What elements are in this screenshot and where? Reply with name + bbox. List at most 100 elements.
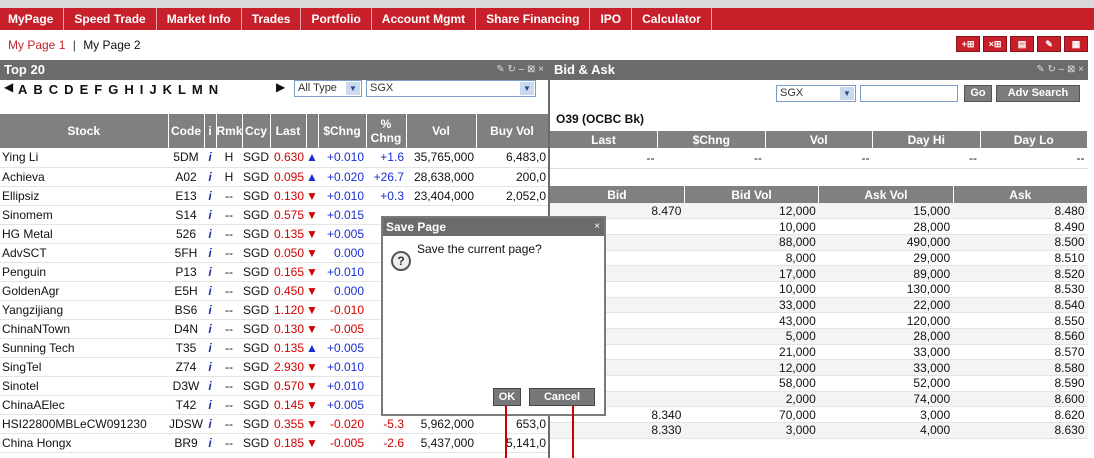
change-value: -0.020	[318, 414, 366, 434]
rmk: --	[216, 262, 242, 282]
stats-table: Last $Chng Vol Day Hi Day Lo -- -- -- --…	[550, 131, 1088, 169]
table-row[interactable]: 2,000 74,000 8.600	[550, 391, 1088, 408]
letter-b[interactable]: B	[33, 82, 42, 97]
info-icon[interactable]: i	[204, 376, 216, 396]
col-vol[interactable]: Vol	[406, 114, 477, 148]
save-page-icon[interactable]: ▤	[1010, 36, 1034, 52]
table-row[interactable]: Ellipsiz E13 i -- SGD 0.130 ▼ +0.010 +0.3 23,404,…	[0, 186, 548, 206]
letter-g[interactable]: G	[108, 82, 118, 97]
change-value: 0.000	[318, 281, 366, 301]
table-row[interactable]: China Hongx BR9 i -- SGD 0.185 ▼ -0.005 -2.6 5,43…	[0, 433, 548, 453]
col-stock[interactable]: Stock	[0, 114, 169, 148]
info-icon[interactable]: i	[204, 319, 216, 339]
scroll-left-icon[interactable]: ◀	[4, 80, 13, 94]
info-icon[interactable]: i	[204, 395, 216, 415]
info-icon[interactable]: i	[204, 148, 216, 168]
col-buy-vol[interactable]: Buy Vol	[476, 114, 549, 148]
panel-window-controls-icon[interactable]: ✎ ↻ – ⊠ ×	[496, 60, 544, 80]
bidask-exchange-select[interactable]: SGX ▼	[776, 85, 856, 102]
table-row[interactable]: 12,000 33,000 8.580	[550, 359, 1088, 377]
letter-j[interactable]: J	[149, 82, 156, 97]
delete-page-icon[interactable]: ×⊞	[983, 36, 1007, 52]
last-price: 2.930	[270, 357, 306, 377]
ok-button[interactable]: OK	[493, 388, 521, 406]
table-row[interactable]: 10,000 130,000 8.530	[550, 281, 1088, 298]
table-row[interactable]: 43,000 120,000 8.550	[550, 312, 1088, 329]
nav-item-mypage[interactable]: MyPage	[0, 8, 65, 30]
table-row[interactable]: 5,000 28,000 8.560	[550, 328, 1088, 345]
letter-d[interactable]: D	[64, 82, 73, 97]
info-icon[interactable]: i	[204, 243, 216, 263]
col-last[interactable]: Last	[270, 114, 307, 148]
info-icon[interactable]: i	[204, 281, 216, 301]
nav-item-portfolio[interactable]: Portfolio	[301, 8, 372, 30]
close-icon[interactable]: ×	[594, 218, 600, 236]
table-row[interactable]: Ying Li 5DM i H SGD 0.630 ▲ +0.010 +1.6 35,765,00…	[0, 148, 548, 168]
ccy: SGD	[242, 281, 270, 301]
stock-name: GoldenAgr	[0, 281, 168, 301]
top-nav: MyPage Speed Trade Market Info Trades Po…	[0, 0, 1094, 30]
stock-name: SingTel	[0, 357, 168, 377]
letter-l[interactable]: L	[178, 82, 186, 97]
layout-page-icon[interactable]: ▦	[1064, 36, 1088, 52]
ask-price: 8.540	[953, 297, 1088, 314]
letter-i[interactable]: I	[140, 82, 144, 97]
exchange-select[interactable]: SGX ▼	[366, 80, 536, 97]
letter-e[interactable]: E	[80, 82, 89, 97]
letter-h[interactable]: H	[124, 82, 133, 97]
change-arrow-icon: ▼	[306, 281, 318, 301]
table-row[interactable]: 8,000 29,000 8.510	[550, 250, 1088, 267]
edit-page-icon[interactable]: ✎	[1037, 36, 1061, 52]
info-icon[interactable]: i	[204, 262, 216, 282]
table-row[interactable]: 21,000 33,000 8.570	[550, 344, 1088, 361]
info-icon[interactable]: i	[204, 186, 216, 206]
letter-k[interactable]: K	[163, 82, 172, 97]
info-icon[interactable]: i	[204, 338, 216, 358]
go-button[interactable]: Go	[964, 85, 992, 102]
col-info[interactable]: i	[204, 114, 217, 148]
info-icon[interactable]: i	[204, 224, 216, 244]
table-row[interactable]: 17,000 89,000 8.520	[550, 265, 1088, 282]
col-chng[interactable]: $Chng	[318, 114, 367, 148]
table-row[interactable]: 88,000 490,000 8.500	[550, 234, 1088, 251]
letter-f[interactable]: F	[94, 82, 102, 97]
nav-item-speed-trade[interactable]: Speed Trade	[64, 8, 157, 30]
scroll-right-icon[interactable]: ▶	[276, 80, 285, 94]
symbol-search-input[interactable]	[860, 85, 958, 102]
nav-item-ipo[interactable]: IPO	[590, 8, 633, 30]
nav-item-share-financing[interactable]: Share Financing	[476, 8, 591, 30]
col-ccy[interactable]: Ccy	[242, 114, 271, 148]
info-icon[interactable]: i	[204, 300, 216, 320]
nav-item-calculator[interactable]: Calculator	[632, 8, 712, 30]
type-select[interactable]: All Type ▼	[294, 80, 362, 97]
letter-n[interactable]: N	[209, 82, 218, 97]
info-icon[interactable]: i	[204, 433, 216, 453]
cancel-button[interactable]: Cancel	[529, 388, 595, 406]
panel-window-controls-icon[interactable]: ✎ ↻ – ⊠ ×	[1036, 60, 1084, 80]
nav-item-trades[interactable]: Trades	[242, 8, 302, 30]
col-rmk[interactable]: Rmk	[216, 114, 243, 148]
col-code[interactable]: Code	[168, 114, 205, 148]
table-row[interactable]: 10,000 28,000 8.490	[550, 218, 1088, 235]
letter-c[interactable]: C	[49, 82, 58, 97]
table-row[interactable]: Achieva A02 i H SGD 0.095 ▲ +0.020 +26.7 28,638,0…	[0, 167, 548, 187]
table-row[interactable]: 33,000 22,000 8.540	[550, 297, 1088, 314]
info-icon[interactable]: i	[204, 205, 216, 225]
tab-my-page-2[interactable]: My Page 2	[83, 38, 140, 52]
table-row[interactable]: 8.470 12,000 15,000 8.480	[550, 203, 1088, 220]
info-icon[interactable]: i	[204, 357, 216, 377]
nav-item-market-info[interactable]: Market Info	[157, 8, 242, 30]
table-row[interactable]: 8.330 3,000 4,000 8.630	[550, 422, 1088, 439]
table-row[interactable]: 58,000 52,000 8.590	[550, 375, 1088, 392]
letter-a[interactable]: A	[18, 82, 27, 97]
table-row[interactable]: HSI22800MBLeCW091230 JDSW i -- SGD 0.355 ▼ -0.0…	[0, 414, 548, 434]
add-page-icon[interactable]: +⊞	[956, 36, 980, 52]
adv-search-button[interactable]: Adv Search	[996, 85, 1080, 102]
info-icon[interactable]: i	[204, 414, 216, 434]
nav-item-account-mgmt[interactable]: Account Mgmt	[372, 8, 477, 30]
letter-m[interactable]: M	[192, 82, 203, 97]
col-pct-chng[interactable]: % Chng	[366, 114, 407, 148]
tab-my-page-1[interactable]: My Page 1	[8, 38, 65, 52]
info-icon[interactable]: i	[204, 167, 216, 187]
table-row[interactable]: 8.340 70,000 3,000 8.620	[550, 406, 1088, 424]
